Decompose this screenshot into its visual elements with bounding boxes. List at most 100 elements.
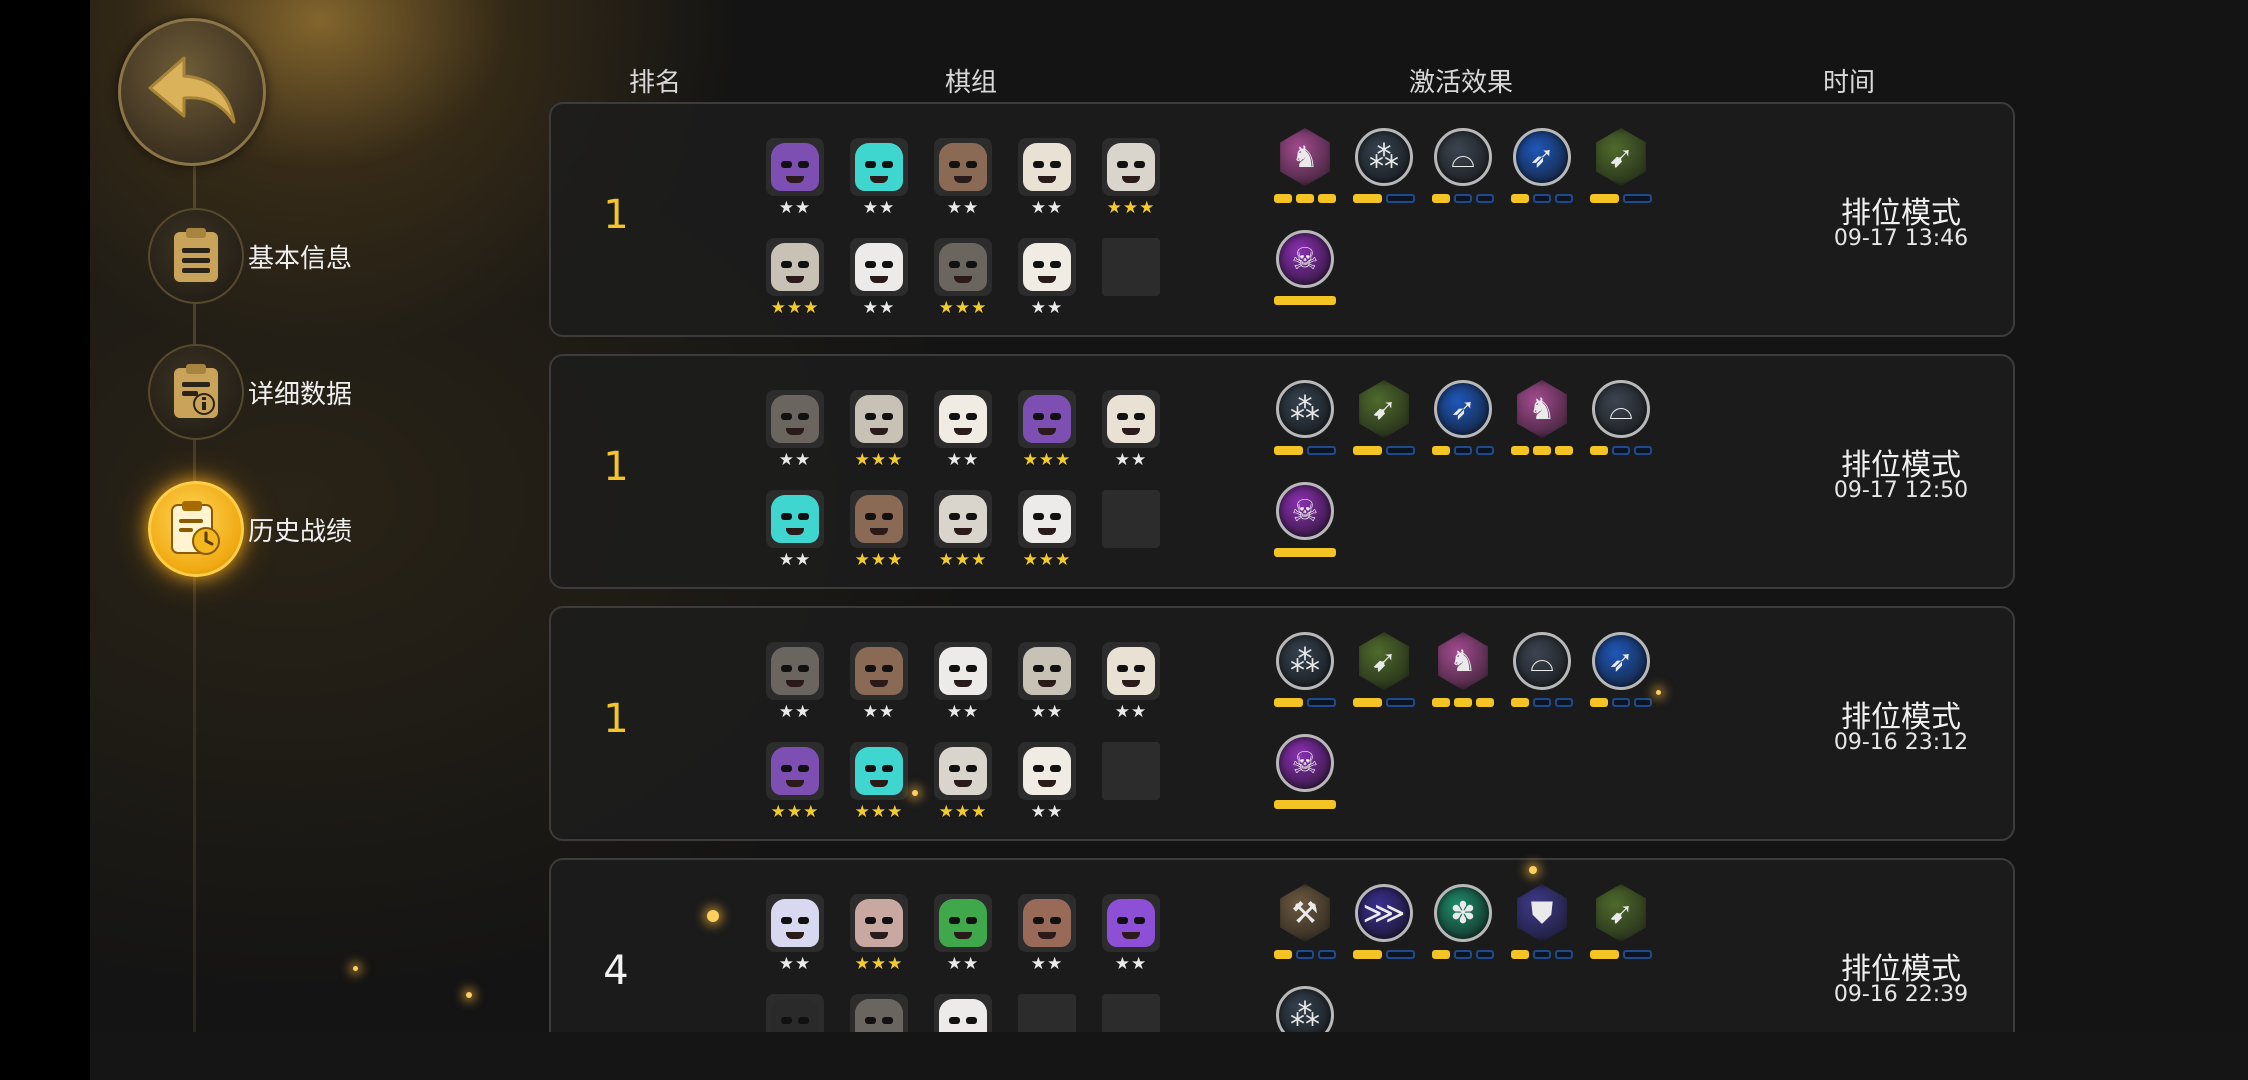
rank-value: 1: [603, 696, 629, 742]
unit-portrait[interactable]: ★★★: [1102, 138, 1160, 224]
trait-badge[interactable]: ⁂: [1274, 380, 1336, 460]
unit-portrait[interactable]: ★★: [1102, 390, 1160, 476]
pip-active: [1590, 446, 1608, 455]
unit-portrait[interactable]: ★★: [1018, 742, 1076, 828]
trait-badge[interactable]: ☠: [1274, 734, 1336, 814]
pip-active: [1432, 950, 1450, 959]
unit-star-level: ★★: [1030, 198, 1064, 218]
unit-portrait[interactable]: ★★★: [1018, 390, 1076, 476]
unit-portrait[interactable]: ★★★: [850, 490, 908, 576]
trait-badge[interactable]: ⛊: [1511, 884, 1573, 964]
trait-badge[interactable]: ⁂: [1274, 632, 1336, 712]
unit-portrait[interactable]: ★★: [850, 642, 908, 728]
pip-inactive: [1386, 446, 1415, 455]
pip-inactive: [1533, 698, 1551, 707]
trait-glyph: ➹: [1608, 139, 1634, 175]
rank-value: 1: [603, 192, 629, 238]
trait-glyph: ✽: [1450, 895, 1476, 931]
unit-head-shape: [771, 243, 819, 291]
nav-item-match-history[interactable]: 历史战绩: [148, 481, 448, 577]
trait-badge[interactable]: ➶: [1590, 632, 1652, 712]
pip-inactive: [1296, 950, 1314, 959]
trait-badge[interactable]: ⌓: [1511, 632, 1573, 712]
unit-portrait[interactable]: ★★: [934, 642, 992, 728]
nav-item-detail-data[interactable]: 详细数据: [148, 344, 448, 440]
unit-mouth: [786, 680, 804, 687]
unit-face-icon: [766, 642, 824, 700]
unit-head-shape: [1023, 647, 1071, 695]
trait-badge[interactable]: ✽: [1432, 884, 1494, 964]
unit-mouth: [954, 932, 972, 939]
unit-portrait[interactable]: ★★: [934, 390, 992, 476]
unit-eye: [865, 261, 876, 268]
trait-badge[interactable]: ♞: [1274, 128, 1336, 208]
trait-badge[interactable]: ⌓: [1432, 128, 1494, 208]
unit-face-icon: [1018, 490, 1076, 548]
unit-portrait[interactable]: ★★★: [766, 742, 824, 828]
trait-glyph: ♞: [1291, 139, 1319, 175]
unit-portrait[interactable]: ★★: [850, 138, 908, 224]
unit-face-icon: [1018, 390, 1076, 448]
trait-badge[interactable]: ♞: [1432, 632, 1494, 712]
unit-portrait[interactable]: ★★: [850, 238, 908, 324]
unit-portrait[interactable]: ★★: [1102, 642, 1160, 728]
trait-progress-pips: [1274, 950, 1336, 960]
unit-eye: [1117, 161, 1128, 168]
trait-badge[interactable]: ➹: [1353, 632, 1415, 712]
unit-portrait[interactable]: ★★: [1102, 894, 1160, 980]
back-button[interactable]: [118, 18, 266, 166]
unit-portrait[interactable]: ★★★: [934, 742, 992, 828]
unit-eye: [781, 765, 792, 772]
unit-portrait[interactable]: ★★★: [850, 390, 908, 476]
unit-portrait[interactable]: ★★: [1018, 642, 1076, 728]
unit-mouth: [1122, 680, 1140, 687]
trait-badge[interactable]: ⚒: [1274, 884, 1336, 964]
unit-eye: [1050, 665, 1061, 672]
unit-portrait[interactable]: ★★: [1018, 894, 1076, 980]
unit-star-level: ★★: [778, 702, 812, 722]
trait-badge[interactable]: ➹: [1590, 884, 1652, 964]
pip-inactive: [1555, 194, 1573, 203]
unit-portrait[interactable]: ★★★: [766, 238, 824, 324]
nav-item-basic-info[interactable]: 基本信息: [148, 208, 448, 304]
unit-star-level: ★★★: [854, 954, 904, 974]
unit-portrait[interactable]: ★★: [1018, 238, 1076, 324]
pip-active: [1274, 950, 1292, 959]
unit-portrait[interactable]: ★★: [766, 390, 824, 476]
unit-mouth: [786, 932, 804, 939]
match-card[interactable]: 1 ★★ ★★ ★★ ★★ ★★★ ★★★ ★★ ★★★ ★★ ♞ ⁂ ⌓ ➶ ➹ ☠ 排位模式 09-17 13…: [549, 102, 2015, 337]
match-card[interactable]: 1 ★★ ★★ ★★ ★★ ★★ ★★★ ★★★ ★★★ ★★ ⁂ ➹ ♞ ⌓ ➶ ☠ 排位模式 09-16 23…: [549, 606, 2015, 841]
unit-face-icon: [934, 742, 992, 800]
unit-portrait[interactable]: ★★★: [1018, 490, 1076, 576]
trait-badge[interactable]: ⌓: [1590, 380, 1652, 460]
unit-face-icon: [1102, 642, 1160, 700]
unit-portrait[interactable]: ★★: [766, 642, 824, 728]
trait-progress-pips: [1590, 446, 1652, 456]
match-card[interactable]: 1 ★★ ★★★ ★★ ★★★ ★★ ★★ ★★★ ★★★ ★★★ ⁂ ➹ ➶ ♞ ⌓ ☠ 排位模式 09-17 …: [549, 354, 2015, 589]
trait-badge[interactable]: ➹: [1353, 380, 1415, 460]
unit-eye: [865, 765, 876, 772]
match-card[interactable]: 4 ★★ ★★★ ★★ ★★ ★★ ⚒ ⋙ ✽ ⛊ ➹ ⁂ 排位模式 09-16 22:39: [549, 858, 2015, 1043]
trait-badge[interactable]: ⋙: [1353, 884, 1415, 964]
trait-badge[interactable]: ⁂: [1353, 128, 1415, 208]
trait-badge[interactable]: ☠: [1274, 482, 1336, 562]
unit-portrait[interactable]: ★★: [1018, 138, 1076, 224]
trait-progress-pips: [1511, 698, 1573, 708]
left-black-bar: [0, 0, 90, 1080]
unit-portrait[interactable]: ★★★: [850, 894, 908, 980]
unit-portrait[interactable]: ★★: [934, 894, 992, 980]
unit-portrait[interactable]: ★★: [766, 138, 824, 224]
trait-badge[interactable]: ♞: [1511, 380, 1573, 460]
unit-portrait[interactable]: ★★★: [934, 490, 992, 576]
trait-badge[interactable]: ➶: [1432, 380, 1494, 460]
trait-badge[interactable]: ➹: [1590, 128, 1652, 208]
unit-portrait[interactable]: ★★: [934, 138, 992, 224]
unit-portrait[interactable]: ★★★: [934, 238, 992, 324]
unit-portrait[interactable]: ★★: [766, 894, 824, 980]
unit-head-shape: [1107, 395, 1155, 443]
trait-badge[interactable]: ➶: [1511, 128, 1573, 208]
unit-portrait[interactable]: ★★: [766, 490, 824, 576]
unit-portrait[interactable]: ★★★: [850, 742, 908, 828]
unit-mouth: [1122, 176, 1140, 183]
trait-badge[interactable]: ☠: [1274, 230, 1336, 310]
